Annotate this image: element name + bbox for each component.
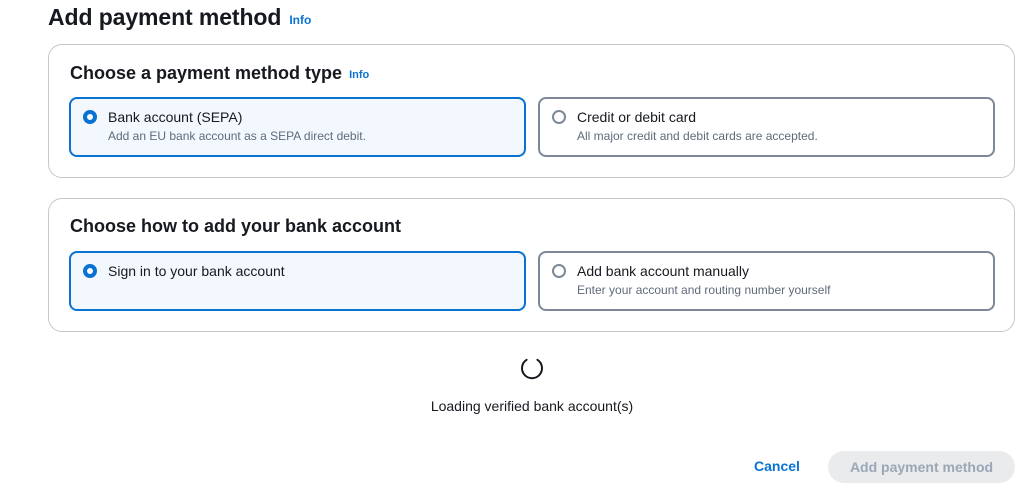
- payment-type-info-link[interactable]: Info: [349, 69, 369, 81]
- spinner-icon: [521, 358, 543, 380]
- option-label: Bank account (SEPA): [108, 109, 243, 125]
- page-title: Add payment method Info: [48, 4, 311, 31]
- radio-selected-icon[interactable]: [83, 264, 97, 278]
- bank-method-panel: Choose how to add your bank account Sign…: [48, 198, 1015, 332]
- option-sign-in-bank[interactable]: Sign in to your bank account: [69, 251, 526, 311]
- bank-method-title-text: Choose how to add your bank account: [70, 216, 402, 236]
- payment-type-panel: Choose a payment method type Info Bank ac…: [48, 44, 1015, 178]
- payment-type-title: Choose a payment method type Info: [70, 63, 369, 84]
- option-label: Credit or debit card: [577, 109, 697, 125]
- option-label: Sign in to your bank account: [108, 263, 285, 279]
- option-description: Enter your account and routing number yo…: [577, 283, 831, 297]
- option-description: All major credit and debit cards are acc…: [577, 129, 818, 143]
- radio-selected-icon[interactable]: [83, 110, 97, 124]
- option-add-manually[interactable]: Add bank account manually Enter your acc…: [538, 251, 995, 311]
- radio-unselected-icon[interactable]: [552, 110, 566, 124]
- payment-type-title-text: Choose a payment method type: [70, 63, 343, 83]
- loading-text: Loading verified bank account(s): [430, 398, 634, 414]
- bank-method-title: Choose how to add your bank account: [70, 216, 401, 237]
- radio-unselected-icon[interactable]: [552, 264, 566, 278]
- option-label: Add bank account manually: [577, 263, 749, 279]
- page-title-text: Add payment method: [48, 4, 282, 30]
- cancel-button[interactable]: Cancel: [754, 458, 800, 474]
- option-credit-debit-card[interactable]: Credit or debit card All major credit an…: [538, 97, 995, 157]
- page-info-link[interactable]: Info: [289, 13, 311, 27]
- add-payment-method-button[interactable]: Add payment method: [828, 451, 1015, 483]
- option-bank-account-sepa[interactable]: Bank account (SEPA) Add an EU bank accou…: [69, 97, 526, 157]
- option-description: Add an EU bank account as a SEPA direct …: [108, 129, 366, 143]
